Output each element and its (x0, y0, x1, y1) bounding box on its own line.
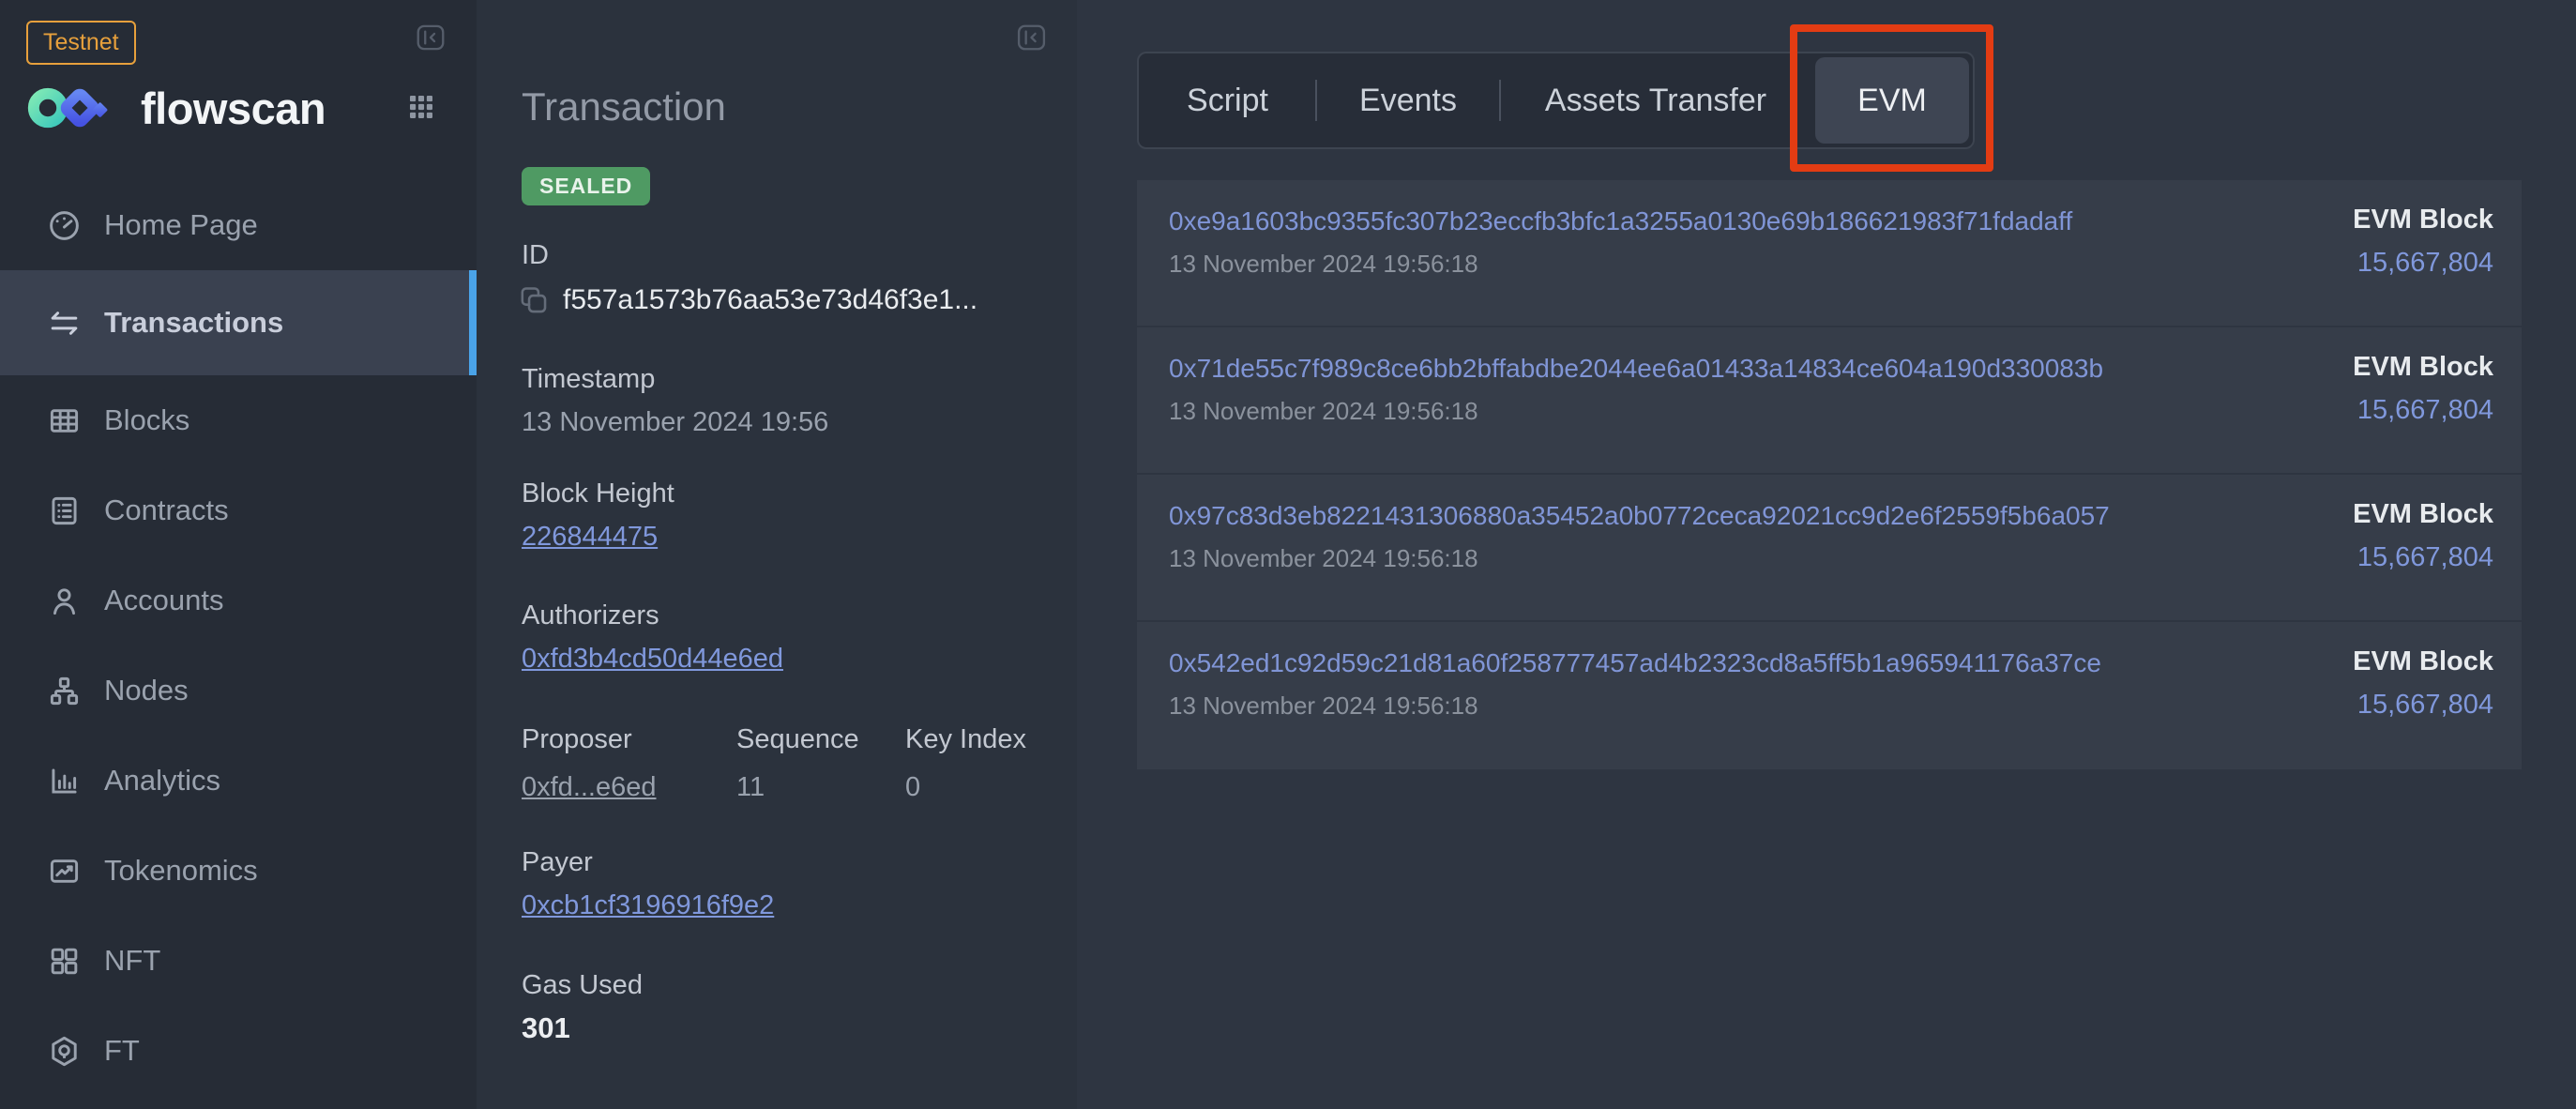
evm-transactions-list: 0xe9a1603bc9355fc307b23eccfb3bfc1a3255a0… (1137, 180, 2522, 769)
token-cube-icon (47, 1034, 82, 1069)
evm-block-number-link[interactable]: 15,667,804 (2353, 690, 2493, 721)
key-index-label: Key Index (905, 724, 1026, 755)
sequence-label: Sequence (736, 724, 905, 755)
tab-script[interactable]: Script (1139, 53, 1316, 147)
evm-block-label: EVM Block (2353, 352, 2493, 383)
gas-used-label: Gas Used (522, 970, 643, 1001)
sidebar-item-label: Analytics (104, 764, 220, 798)
sidebar-item-label: Blocks (104, 403, 189, 437)
sidebar-item-analytics[interactable]: Analytics (0, 736, 477, 826)
transaction-detail-panel: Transaction SEALED ID f557a1573b76aa53e7… (477, 0, 1077, 1109)
flowscan-logo-icon[interactable] (26, 81, 113, 135)
brand-header: flowscan (26, 81, 477, 135)
sidebar-item-label: Nodes (104, 674, 189, 707)
tab-assets-transfer[interactable]: Assets Transfer (1500, 53, 1811, 147)
gas-used-value: 301 (522, 1011, 570, 1045)
sequence-value: 11 (736, 772, 905, 803)
sidebar-item-label: Home Page (104, 208, 258, 242)
four-squares-icon (47, 944, 82, 979)
evm-tx-timestamp: 13 November 2024 19:56:18 (1169, 397, 2103, 426)
table-grid-icon (47, 403, 82, 438)
sidebar-item-ft[interactable]: FT (0, 1006, 477, 1096)
trend-chart-icon (47, 854, 82, 889)
apps-grid-icon[interactable] (405, 92, 437, 122)
timestamp-value: 13 November 2024 19:56 (522, 407, 828, 438)
sidebar-item-label: Transactions (104, 306, 283, 340)
sidebar-item-contracts[interactable]: Contracts (0, 465, 477, 555)
sidebar-item-blocks[interactable]: Blocks (0, 375, 477, 465)
evm-transaction-row: 0x71de55c7f989c8ce6bb2bffabdbe2044ee6a01… (1137, 327, 2522, 475)
key-index-value: 0 (905, 772, 1026, 803)
authorizers-label: Authorizers (522, 600, 659, 631)
person-icon (47, 584, 82, 618)
payer-label: Payer (522, 847, 593, 878)
proposer-address-link[interactable]: 0xfd...e6ed (522, 772, 657, 803)
sidebar-item-transactions[interactable]: Transactions (0, 270, 477, 375)
block-height-label: Block Height (522, 479, 674, 509)
sidebar-item-nodes[interactable]: Nodes (0, 646, 477, 736)
swap-arrows-icon (47, 306, 82, 341)
sidebar-item-accounts[interactable]: Accounts (0, 555, 477, 646)
evm-tx-hash-link[interactable]: 0x97c83d3eb8221431306880a35452a0b0772cec… (1169, 501, 2110, 531)
evm-tx-timestamp: 13 November 2024 19:56:18 (1169, 691, 2101, 721)
evm-block-label: EVM Block (2353, 646, 2493, 677)
collapse-panel-icon (1017, 24, 1046, 51)
evm-tx-hash-link[interactable]: 0x542ed1c92d59c21d81a60f258777457ad4b232… (1169, 648, 2101, 678)
sidebar-item-label: Tokenomics (104, 854, 258, 888)
transaction-tabs: Script Events Assets Transfer EVM (1137, 52, 1975, 149)
transaction-id-value: f557a1573b76aa53e73d46f3e1... (563, 284, 977, 316)
sidebar-item-label: FT (104, 1034, 140, 1068)
authorizer-address-link[interactable]: 0xfd3b4cd50d44e6ed (522, 644, 783, 675)
sidebar-item-label: Contracts (104, 494, 229, 527)
evm-block-number-link[interactable]: 15,667,804 (2353, 248, 2493, 279)
evm-tx-timestamp: 13 November 2024 19:56:18 (1169, 250, 2072, 279)
proposer-sequence-keyindex-row: Proposer 0xfd...e6ed Sequence 11 Key Ind… (522, 724, 1026, 803)
evm-transaction-row: 0x542ed1c92d59c21d81a60f258777457ad4b232… (1137, 622, 2522, 769)
copy-icon[interactable] (518, 284, 550, 316)
transaction-id-row: f557a1573b76aa53e73d46f3e1... (518, 284, 977, 316)
sidebar: Testnet (0, 0, 477, 1109)
sidebar-nav: Home Page Transactions Blocks (0, 180, 477, 1096)
sidebar-item-nft[interactable]: NFT (0, 916, 477, 1006)
timestamp-label: Timestamp (522, 364, 655, 395)
payer-address-link[interactable]: 0xcb1cf3196916f9e2 (522, 890, 774, 921)
collapse-panel-icon (417, 24, 445, 51)
network-badge: Testnet (26, 21, 136, 65)
evm-transaction-row: 0x97c83d3eb8221431306880a35452a0b0772cec… (1137, 475, 2522, 622)
gauge-icon (47, 208, 82, 243)
hierarchy-icon (47, 674, 82, 708)
id-label: ID (522, 240, 549, 271)
tab-evm[interactable]: EVM (1815, 57, 1969, 144)
evm-block-number-link[interactable]: 15,667,804 (2353, 395, 2493, 426)
panel-collapse-button[interactable] (1017, 24, 1046, 51)
sidebar-collapse-button[interactable] (417, 24, 445, 51)
sidebar-item-label: Accounts (104, 584, 224, 617)
sidebar-item-label: NFT (104, 944, 160, 978)
document-list-icon (47, 494, 82, 528)
evm-tx-hash-link[interactable]: 0xe9a1603bc9355fc307b23eccfb3bfc1a3255a0… (1169, 206, 2072, 236)
evm-tx-hash-link[interactable]: 0x71de55c7f989c8ce6bb2bffabdbe2044ee6a01… (1169, 354, 2103, 384)
evm-block-label: EVM Block (2353, 205, 2493, 235)
sidebar-item-home-page[interactable]: Home Page (0, 180, 477, 270)
block-height-link[interactable]: 226844475 (522, 522, 658, 553)
evm-block-label: EVM Block (2353, 499, 2493, 530)
evm-tx-timestamp: 13 November 2024 19:56:18 (1169, 544, 2110, 573)
evm-transaction-row: 0xe9a1603bc9355fc307b23eccfb3bfc1a3255a0… (1137, 180, 2522, 327)
bar-chart-icon (47, 764, 82, 798)
proposer-label: Proposer (522, 724, 736, 755)
panel-title: Transaction (522, 84, 726, 129)
main-content: Script Events Assets Transfer EVM 0xe9a1… (1077, 0, 2576, 1109)
status-badge: SEALED (522, 167, 650, 205)
brand-name[interactable]: flowscan (141, 83, 326, 134)
tab-events[interactable]: Events (1316, 53, 1500, 147)
evm-block-number-link[interactable]: 15,667,804 (2353, 542, 2493, 573)
sidebar-item-tokenomics[interactable]: Tokenomics (0, 826, 477, 916)
